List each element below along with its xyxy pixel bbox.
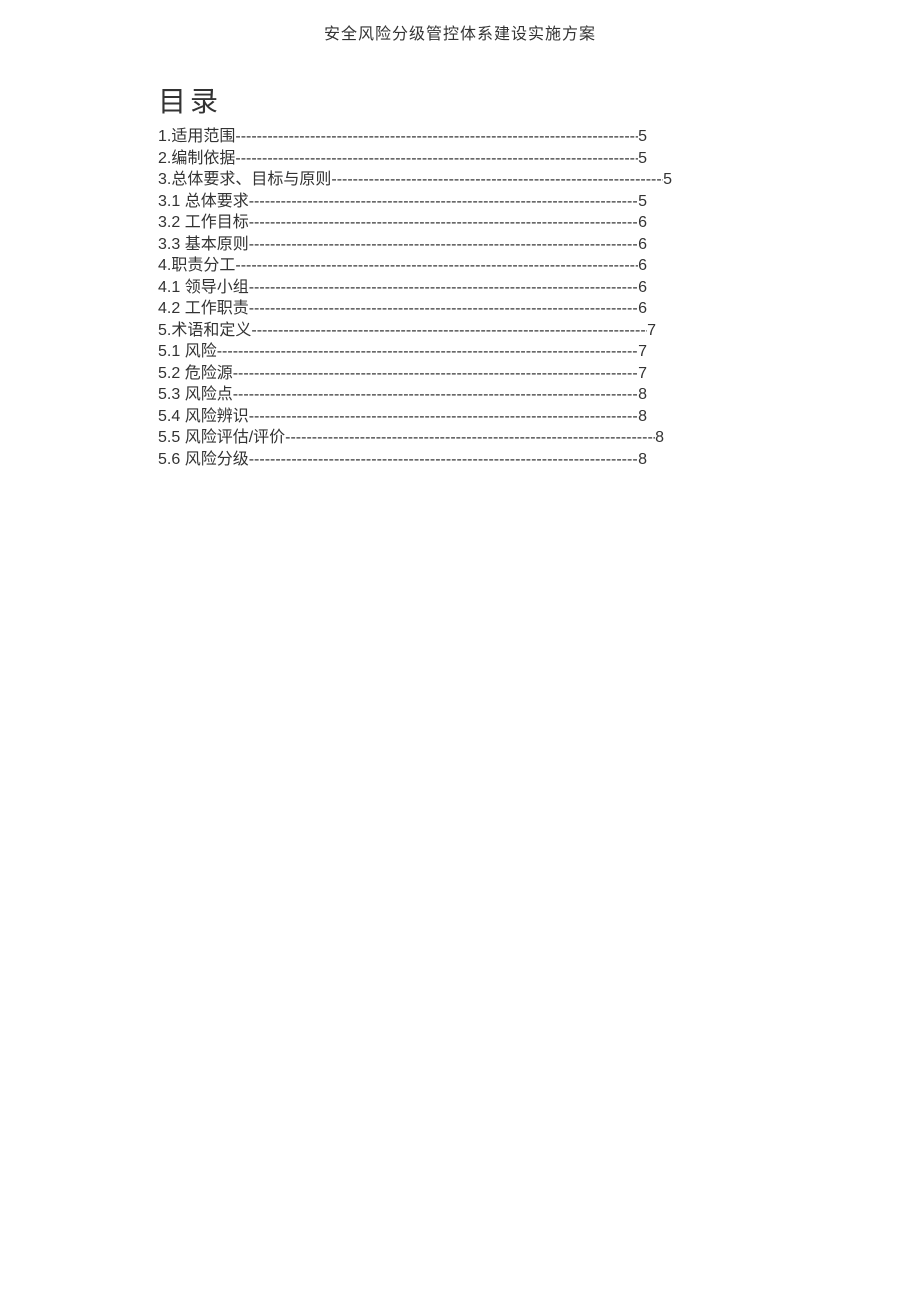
toc-leader (331, 169, 663, 191)
toc-leader (249, 212, 638, 234)
toc-item-label: 5.1 风险 (158, 341, 217, 363)
toc-item-label: 5.2 危险源 (158, 363, 233, 385)
toc-item-page: 5 (663, 169, 672, 191)
toc-item: 5.4 风险辨识 8 (158, 406, 647, 428)
toc-item-label: 5.4 风险辨识 (158, 406, 249, 428)
toc-leader (249, 406, 638, 428)
toc-item-label: 4.职责分工 (158, 255, 235, 277)
toc-item: 3.总体要求、目标与原则 5 (158, 169, 672, 191)
toc-leader (235, 126, 638, 148)
toc-item-page: 6 (638, 298, 647, 320)
toc-item-label: 3.总体要求、目标与原则 (158, 169, 331, 191)
toc-heading: 目录 (158, 80, 678, 120)
toc-item-page: 7 (638, 341, 647, 363)
toc-leader (251, 320, 647, 342)
toc-item-page: 6 (638, 255, 647, 277)
toc-item-label: 3.3 基本原则 (158, 234, 249, 256)
toc-item: 3.3 基本原则 6 (158, 234, 647, 256)
toc-item-page: 6 (638, 234, 647, 256)
toc-item: 5.5 风险评估/评价 8 (158, 427, 664, 449)
toc-item: 5.1 风险 7 (158, 341, 647, 363)
toc-leader (233, 363, 638, 385)
toc-item-page: 5 (638, 148, 647, 170)
toc-item-label: 5.3 风险点 (158, 384, 233, 406)
toc-leader (235, 255, 638, 277)
toc-item: 1.适用范围 5 (158, 126, 647, 148)
toc-item-page: 5 (638, 191, 647, 213)
toc-item: 4.职责分工 6 (158, 255, 647, 277)
toc-item-page: 6 (638, 212, 647, 234)
toc-list: 1.适用范围52.编制依据53.总体要求、目标与原则53.1 总体要求53.2 … (158, 126, 678, 470)
toc-item-label: 5.术语和定义 (158, 320, 251, 342)
toc-leader (217, 341, 638, 363)
toc-item-label: 5.5 风险评估/评价 (158, 427, 285, 449)
toc-item-label: 3.1 总体要求 (158, 191, 249, 213)
toc-leader (249, 449, 638, 471)
toc-item-label: 1.适用范围 (158, 126, 235, 148)
toc-item-label: 2.编制依据 (158, 148, 235, 170)
toc-item: 5.术语和定义 7 (158, 320, 656, 342)
toc-item-page: 7 (638, 363, 647, 385)
toc-item-page: 8 (638, 406, 647, 428)
toc-item: 3.2 工作目标 6 (158, 212, 647, 234)
toc-item-label: 5.6 风险分级 (158, 449, 249, 471)
toc-item-page: 5 (638, 126, 647, 148)
toc-item: 5.6 风险分级 8 (158, 449, 647, 471)
toc-leader (233, 384, 638, 406)
toc-item: 4.2 工作职责 6 (158, 298, 647, 320)
content-area: 目录 1.适用范围52.编制依据53.总体要求、目标与原则53.1 总体要求53… (158, 80, 678, 470)
toc-leader (249, 234, 638, 256)
toc-item: 4.1 领导小组 6 (158, 277, 647, 299)
toc-item: 2.编制依据 5 (158, 148, 647, 170)
toc-item-page: 8 (638, 384, 647, 406)
toc-item-label: 4.1 领导小组 (158, 277, 249, 299)
toc-item: 3.1 总体要求 5 (158, 191, 647, 213)
toc-leader (249, 191, 638, 213)
toc-item-page: 7 (647, 320, 656, 342)
toc-leader (249, 298, 638, 320)
toc-leader (235, 148, 638, 170)
toc-item-label: 4.2 工作职责 (158, 298, 249, 320)
toc-leader (285, 427, 655, 449)
toc-item-label: 3.2 工作目标 (158, 212, 249, 234)
document-header-title: 安全风险分级管控体系建设实施方案 (0, 20, 920, 44)
toc-leader (249, 277, 638, 299)
toc-item: 5.3 风险点 8 (158, 384, 647, 406)
toc-item: 5.2 危险源 7 (158, 363, 647, 385)
toc-item-page: 6 (638, 277, 647, 299)
toc-item-page: 8 (655, 427, 664, 449)
toc-item-page: 8 (638, 449, 647, 471)
